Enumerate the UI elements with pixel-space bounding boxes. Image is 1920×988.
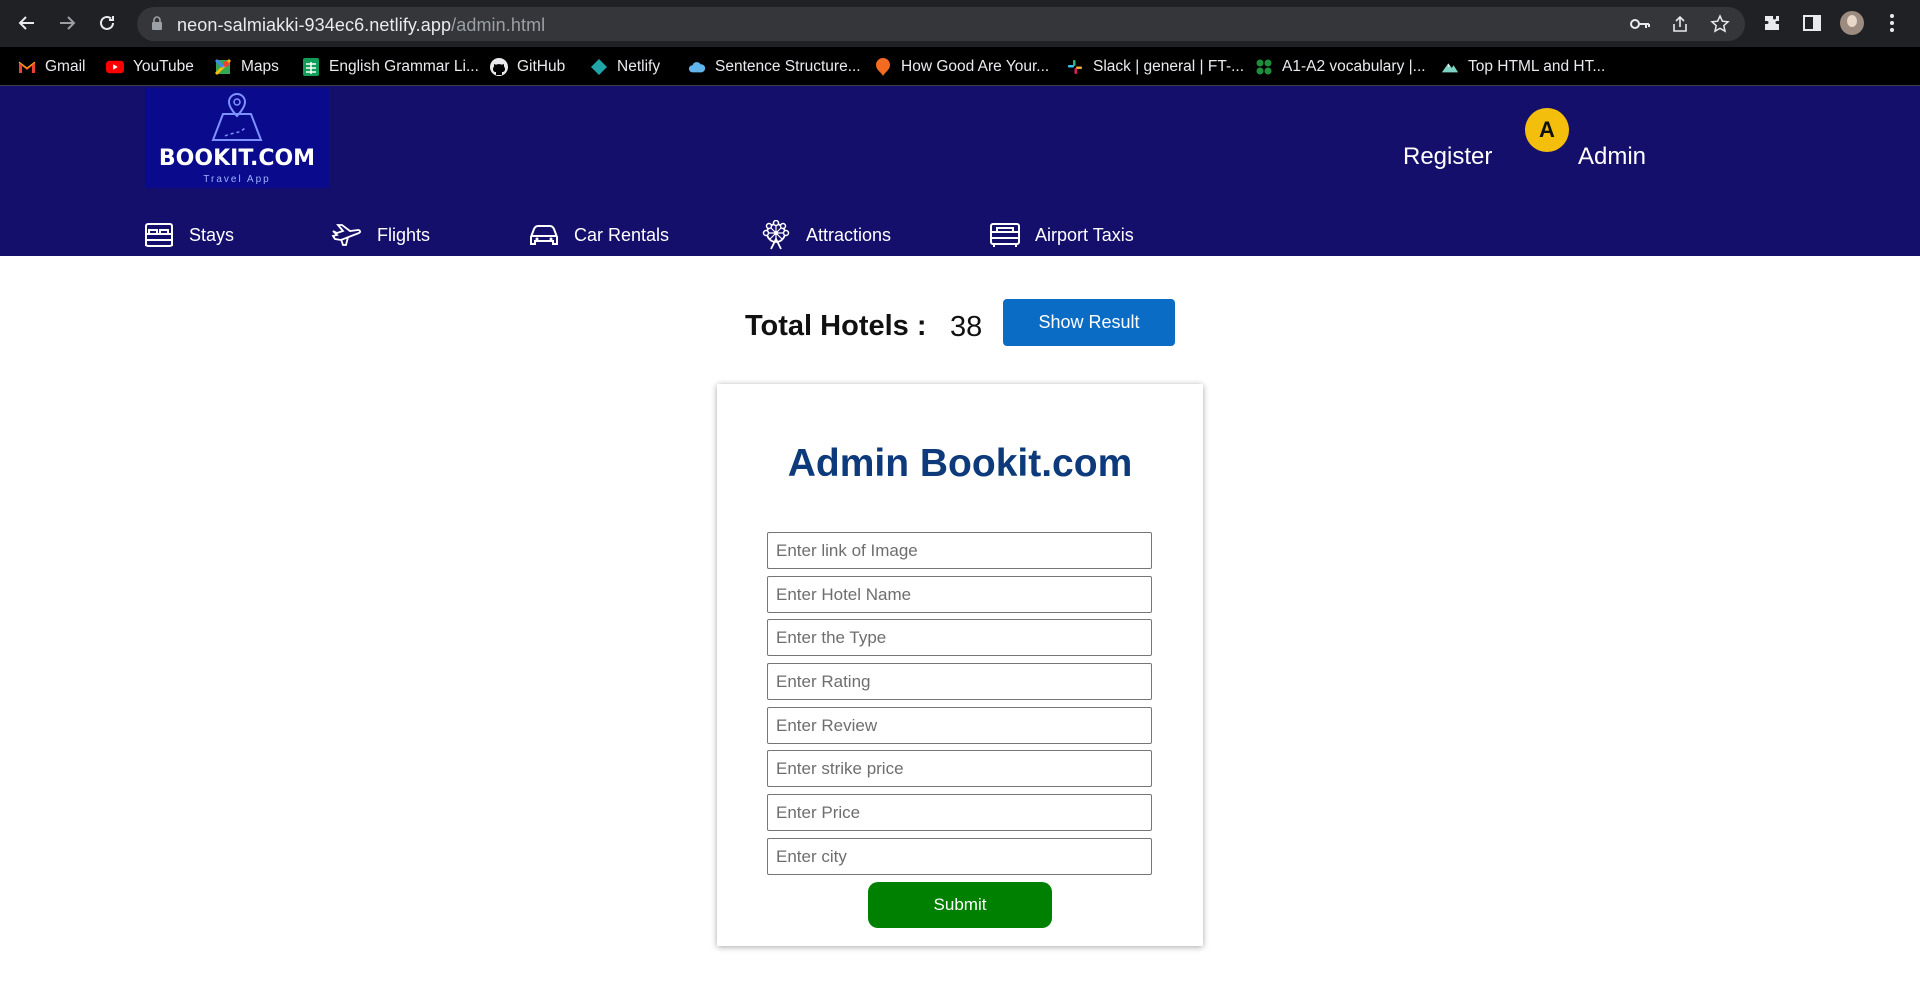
netlify-icon (590, 58, 608, 76)
form-title: Admin Bookit.com (787, 442, 1133, 485)
map-pin-logo-icon (211, 92, 263, 141)
bookmark-sentence-structure[interactable]: Sentence Structure... (688, 55, 861, 79)
kebab-menu-icon[interactable] (1880, 11, 1904, 35)
sheets-icon (302, 58, 320, 76)
green-dots-icon (1255, 58, 1273, 76)
slack-icon (1066, 58, 1084, 76)
admin-link[interactable]: Admin (1578, 143, 1646, 171)
submit-button[interactable]: Submit (868, 882, 1052, 928)
image-link-input[interactable] (767, 532, 1152, 569)
nav-attractions[interactable]: Attractions (760, 220, 891, 250)
back-icon[interactable] (12, 8, 42, 38)
admin-form-card: Admin Bookit.com Submit (717, 384, 1203, 946)
bookmark-gmail[interactable]: Gmail (18, 55, 85, 79)
cloud-icon (688, 58, 706, 76)
site-header: BOOKIT.COM Travel App Register A Admin S… (0, 86, 1920, 256)
star-icon[interactable] (1709, 13, 1731, 35)
ferris-wheel-icon (760, 220, 792, 250)
city-input[interactable] (767, 838, 1152, 875)
price-input[interactable] (767, 794, 1152, 831)
address-bar[interactable]: neon-salmiakki-934ec6.netlify.app/admin.… (137, 7, 1745, 41)
nav-car-rentals[interactable]: Car Rentals (528, 220, 669, 250)
key-icon[interactable] (1629, 13, 1651, 35)
lock-icon (151, 16, 163, 36)
strike-price-input[interactable] (767, 750, 1152, 787)
review-input[interactable] (767, 707, 1152, 744)
profile-avatar[interactable] (1840, 11, 1864, 35)
plane-icon (331, 220, 363, 250)
nav-airport-taxis[interactable]: Airport Taxis (989, 220, 1134, 250)
rating-input[interactable] (767, 663, 1152, 700)
bed-icon (143, 220, 175, 250)
bookmark-vocabulary[interactable]: A1-A2 vocabulary |... (1255, 55, 1426, 79)
bookmark-youtube[interactable]: YouTube (106, 55, 194, 79)
bookmark-how-good[interactable]: How Good Are Your... (874, 55, 1049, 79)
type-input[interactable] (767, 619, 1152, 656)
maps-icon (214, 58, 232, 76)
logo[interactable]: BOOKIT.COM Travel App (145, 88, 329, 188)
reload-icon[interactable] (92, 8, 122, 38)
bookmark-top-html[interactable]: Top HTML and HT... (1441, 55, 1605, 79)
bookmark-netlify[interactable]: Netlify (590, 55, 660, 79)
bookmark-maps[interactable]: Maps (214, 55, 279, 79)
mountain-icon (1441, 58, 1459, 76)
gmail-icon (18, 58, 36, 76)
bookmark-github[interactable]: GitHub (490, 55, 565, 79)
logo-title: BOOKIT.COM (158, 146, 316, 171)
bookmarks-bar: Gmail YouTube Maps English Grammar Li...… (0, 47, 1920, 86)
taxi-icon (989, 220, 1021, 250)
hotel-name-input[interactable] (767, 576, 1152, 613)
register-link[interactable]: Register (1403, 143, 1492, 171)
logo-subtitle: Travel App (203, 174, 271, 185)
url-text[interactable]: neon-salmiakki-934ec6.netlify.app/admin.… (177, 15, 545, 36)
youtube-icon (106, 58, 124, 76)
nav-flights[interactable]: Flights (331, 220, 430, 250)
car-icon (528, 220, 560, 250)
extensions-icon[interactable] (1760, 11, 1784, 35)
side-panel-icon[interactable] (1800, 11, 1824, 35)
bookmark-english-grammar[interactable]: English Grammar Li... (302, 55, 479, 79)
forward-icon[interactable] (52, 8, 82, 38)
github-icon (490, 58, 508, 76)
browser-toolbar: neon-salmiakki-934ec6.netlify.app/admin.… (0, 0, 1920, 47)
orange-bubble-icon (874, 58, 892, 76)
bookmark-slack[interactable]: Slack | general | FT-... (1066, 55, 1244, 79)
nav-stays[interactable]: Stays (143, 220, 234, 250)
show-result-button[interactable]: Show Result (1003, 299, 1175, 346)
user-avatar[interactable]: A (1525, 108, 1569, 152)
total-hotels-count: 38 (950, 311, 983, 343)
share-icon[interactable] (1669, 13, 1691, 35)
total-hotels-label: Total Hotels : (745, 310, 927, 342)
